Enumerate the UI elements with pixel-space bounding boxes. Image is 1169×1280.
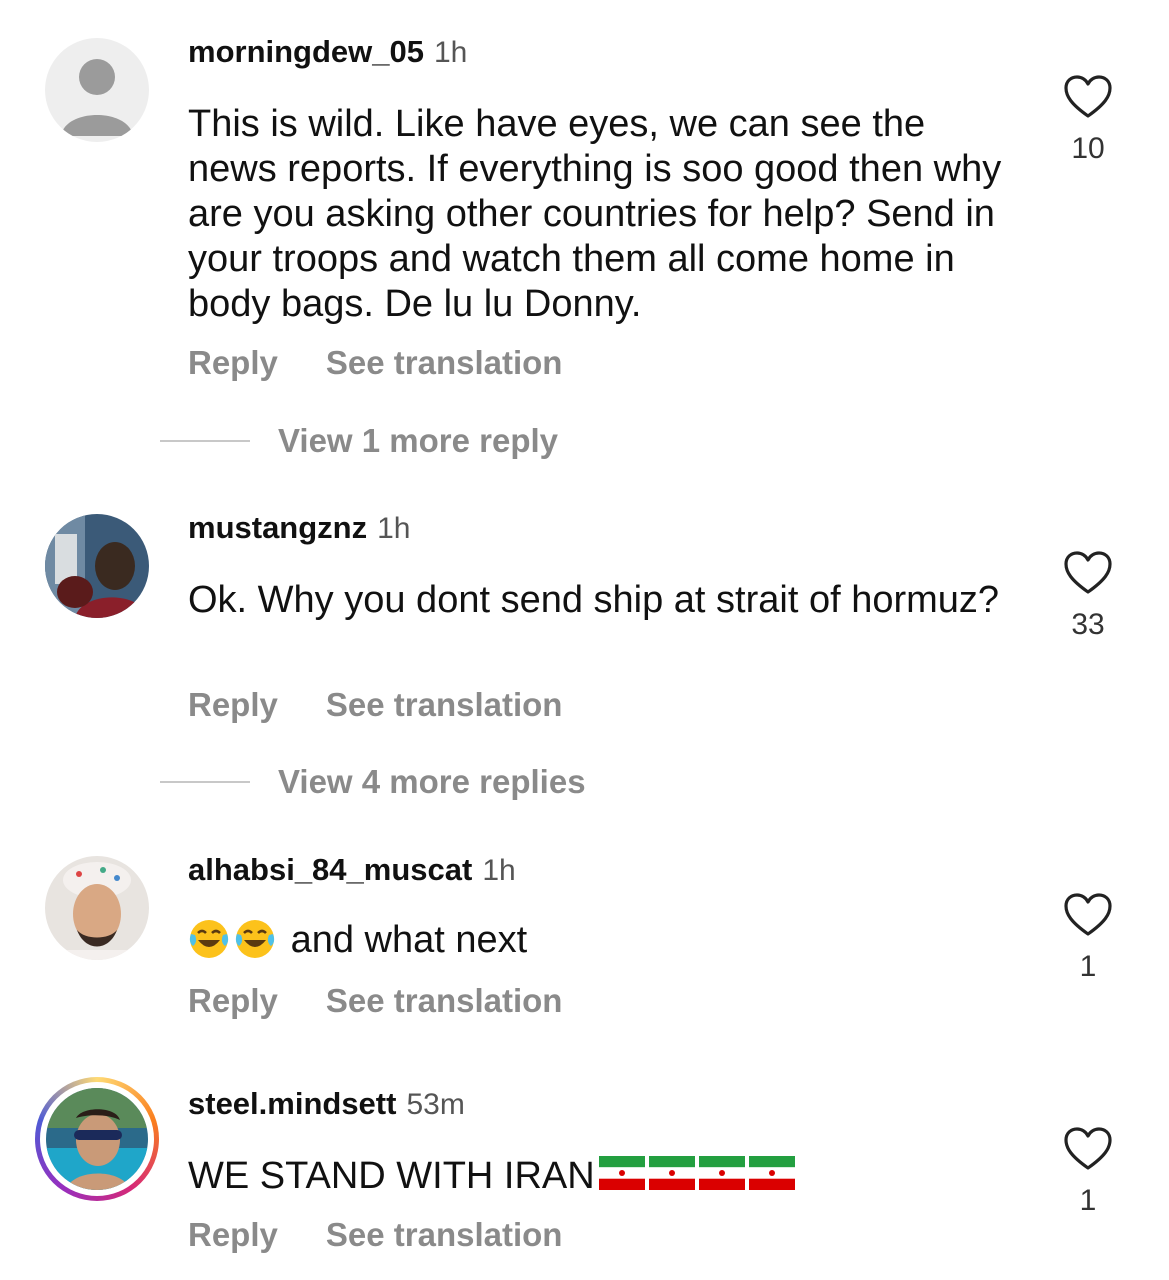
comment-text: This is wild. Like have eyes, we can see… <box>188 103 1002 325</box>
comment-text: WE STAND WITH IRAN <box>188 1154 1018 1199</box>
like-control: 10 <box>1062 74 1114 166</box>
view-more-label[interactable]: View 4 more replies <box>278 763 586 801</box>
heart-icon[interactable] <box>1063 1126 1113 1172</box>
comment-meta: mustangznz 1h <box>188 510 411 546</box>
see-translation-button[interactable]: See translation <box>326 1216 563 1253</box>
view-more-replies[interactable]: View 4 more replies <box>160 762 586 802</box>
reply-button[interactable]: Reply <box>188 1216 278 1253</box>
divider-line <box>160 781 250 783</box>
heart-icon[interactable] <box>1063 550 1113 596</box>
avatar-ring-inner <box>40 1082 154 1196</box>
default-avatar-icon <box>45 38 149 142</box>
comment-actions: Reply See translation <box>188 982 562 1020</box>
user-photo-icon <box>46 1088 148 1190</box>
iran-flag-icon <box>698 1156 745 1190</box>
heart-icon[interactable] <box>1063 892 1113 938</box>
user-photo-icon <box>45 514 149 618</box>
avatar-story-ring[interactable] <box>35 1077 159 1201</box>
avatar[interactable] <box>45 38 149 142</box>
comment-actions: Reply See translation <box>188 1216 562 1254</box>
comment-actions: Reply See translation <box>188 686 562 724</box>
see-translation-button[interactable]: See translation <box>326 982 563 1019</box>
comment-actions: Reply See translation <box>188 344 562 382</box>
heart-icon[interactable] <box>1063 74 1113 120</box>
divider-line <box>160 440 250 442</box>
timestamp: 1h <box>377 512 411 545</box>
face-with-tears-of-joy-icon <box>235 920 275 958</box>
avatar[interactable] <box>45 514 149 618</box>
comment-text: and what next <box>188 918 1018 963</box>
face-with-tears-of-joy-icon <box>189 920 229 958</box>
reply-button[interactable]: Reply <box>188 982 278 1019</box>
comment-meta: morningdew_05 1h <box>188 34 467 70</box>
comment-meta: alhabsi_84_muscat 1h <box>188 852 516 888</box>
timestamp: 1h <box>482 854 516 887</box>
username[interactable]: mustangznz <box>188 510 367 545</box>
comment-text: Ok. Why you dont send ship at strait of … <box>188 579 1000 621</box>
user-photo-icon <box>45 856 149 960</box>
username[interactable]: steel.mindsett <box>188 1086 396 1121</box>
like-control: 1 <box>1062 1126 1114 1218</box>
like-count: 1 <box>1079 950 1097 983</box>
like-control: 1 <box>1062 892 1114 984</box>
iran-flag-icon <box>598 1156 645 1190</box>
like-control: 33 <box>1062 550 1114 642</box>
comment-text-body: and what next <box>290 919 528 961</box>
view-more-label[interactable]: View 1 more reply <box>278 422 558 460</box>
username[interactable]: alhabsi_84_muscat <box>188 852 472 887</box>
iran-flag-icon <box>648 1156 695 1190</box>
view-more-replies[interactable]: View 1 more reply <box>160 421 558 461</box>
iran-flag-icon <box>748 1156 795 1190</box>
reply-button[interactable]: Reply <box>188 686 278 723</box>
timestamp: 53m <box>406 1088 465 1121</box>
like-count: 10 <box>1071 132 1105 165</box>
like-count: 33 <box>1071 608 1105 641</box>
username[interactable]: morningdew_05 <box>188 34 424 69</box>
reply-button[interactable]: Reply <box>188 344 278 381</box>
comment-meta: steel.mindsett 53m <box>188 1086 465 1122</box>
comment-text-body: WE STAND WITH IRAN <box>188 1155 595 1197</box>
timestamp: 1h <box>434 36 468 69</box>
see-translation-button[interactable]: See translation <box>326 686 563 723</box>
see-translation-button[interactable]: See translation <box>326 344 563 381</box>
avatar[interactable] <box>45 856 149 960</box>
like-count: 1 <box>1079 1184 1097 1217</box>
avatar <box>46 1088 148 1190</box>
